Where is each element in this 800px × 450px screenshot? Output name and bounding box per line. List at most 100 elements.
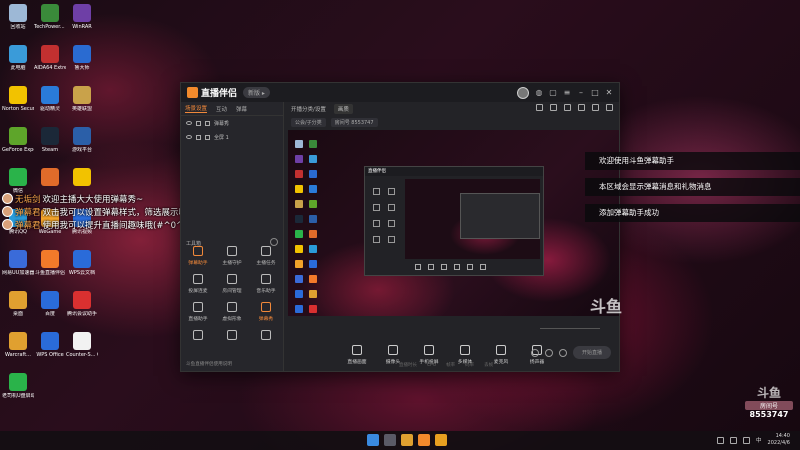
rotate-icon[interactable] [592,104,599,111]
volume-icon[interactable] [743,436,751,444]
tab-scene[interactable]: 场景设置 [185,104,208,113]
skin-icon[interactable]: ◍ [535,88,543,97]
eye-icon[interactable] [186,135,192,139]
desktop-icon[interactable]: GeForce Experience [2,127,34,153]
watermark-room-id: 8553747 [749,410,789,419]
search-icon[interactable] [384,434,396,446]
fullscreen-icon[interactable] [564,104,571,111]
toolbox-item[interactable]: 弹幕秀 [249,302,283,322]
toolbox-more-icon[interactable] [270,238,278,246]
tab-danmaku[interactable]: 弹幕 [236,105,247,113]
layout-icon[interactable] [550,104,557,111]
desktop-icon[interactable]: 老司机U盘启动器工具 [2,373,34,399]
desktop-icon[interactable]: 回收站 [2,4,34,30]
chevron-up-icon[interactable] [717,436,725,444]
left-panel: 场景设置 互动 弹幕 弹幕秀 全屏 1 工具箱 弹幕助手 主播守护 主播任务 投屏连麦… [181,102,284,371]
desktop-icon[interactable]: Warcraft... [2,332,34,358]
app-icon [41,45,59,63]
toolbox-item[interactable]: 音乐助手 [249,274,283,294]
desktop-icon[interactable]: WPS Office [34,332,66,358]
desktop-icon[interactable] [34,168,66,188]
start-icon[interactable] [367,434,379,446]
version-badge[interactable]: 新版 ▸ [243,87,270,98]
message-icon[interactable]: ▢ [549,88,557,97]
screen-capture-button[interactable]: 直播画面 [345,345,369,365]
close-icon[interactable]: ✕ [605,88,613,97]
settings-icon[interactable] [558,348,567,357]
minimize-icon[interactable]: – [577,88,585,97]
maximize-icon[interactable]: □ [591,88,599,97]
scene-item[interactable]: 全屏 1 [181,130,283,144]
desktop-icon[interactable]: TechPower... GPU-Z [34,4,66,30]
desktop-icon-label: TechPower... GPU-Z [34,24,66,30]
status-item: 丢帧 [484,363,494,368]
desktop-icon[interactable]: Counter-S... Global Off... [66,332,98,358]
desktop-icon-label: WPS Office [36,352,64,358]
toolbox-item[interactable]: 弹幕助手 [181,246,215,266]
folder-icon[interactable] [401,434,413,446]
toolbox-item[interactable]: 直播助手 [181,302,215,322]
desktop-icon[interactable]: 百度 [34,291,66,317]
toolbox-item[interactable]: 房间管理 [215,274,249,294]
desktop-icon[interactable]: 微信 [2,168,34,194]
stream-preview[interactable]: 直播伴侣 [288,130,619,316]
status-item: CPU [427,362,437,368]
toolbox-item[interactable] [249,330,283,343]
preview-desktop-icon [295,245,303,253]
toolbox-item[interactable]: 主播守护 [215,246,249,266]
category-select[interactable]: 公会/子分类 [291,117,326,127]
desktop-icon[interactable]: AIDA64 Extreme [34,45,66,71]
input-language[interactable]: 中 [756,436,762,444]
desktop-icon[interactable]: 此电脑 [2,45,34,71]
eye-icon[interactable] [544,348,553,357]
desktop-icon[interactable]: WPS云文档 [66,250,98,276]
desktop-icon[interactable]: 网易UU加速器 [2,250,34,276]
settings-icon[interactable] [606,104,613,111]
monitor-icon [352,345,362,355]
record-icon[interactable] [530,348,539,357]
status-item: 直播时长 [399,363,417,368]
app-icon [41,332,59,350]
preview-desktop-icon [309,260,317,268]
clock[interactable]: 14:40 2022/4/6 [768,433,790,447]
desktop-icon[interactable]: 游戏平台 [66,127,98,153]
desktop-icon[interactable]: 鲁大师 [66,45,98,71]
app-icon [9,291,27,309]
desktop-icon[interactable]: Norton Security [2,86,34,112]
desktop-icon[interactable]: 桌面 [2,291,34,317]
desktop-icon[interactable]: 驱动精灵 [34,86,66,112]
desktop-icon[interactable] [66,168,98,188]
desktop-icon[interactable]: Steam [34,127,66,153]
preview-desktop-icon [295,170,303,178]
tab-interact[interactable]: 互动 [216,105,227,113]
tool-icon [261,330,271,340]
desktop-icon[interactable]: 腾讯会议助手 [66,291,98,317]
lock-icon[interactable] [196,134,201,140]
usage-hint[interactable]: 斗鱼直播伴侣使用说明 [186,361,232,367]
tab-quality[interactable]: 画质 [333,104,353,114]
app-icon [9,127,27,145]
desktop-icon[interactable]: 英雄联盟 [66,86,98,112]
toolbox-item[interactable]: 虚拟形象 [215,302,249,322]
user-avatar[interactable] [517,86,529,99]
douyu-icon[interactable] [435,434,447,446]
desktop-icon[interactable]: WinRAR [66,4,98,30]
app-icon [9,86,27,104]
desktop-icon-label: 老司机U盘启动器工具 [2,393,34,399]
toolbox-item[interactable]: 主播任务 [249,246,283,266]
tab-category[interactable]: 开播分类/设置 [291,105,326,113]
gift-icon[interactable] [536,104,543,111]
desktop-icon[interactable]: 斗鱼直播伴侣 [34,250,66,276]
start-live-button[interactable]: 开始直播 [572,346,611,359]
lock-icon[interactable] [196,120,201,126]
scene-item[interactable]: 弹幕秀 [181,116,283,130]
split-icon[interactable] [578,104,585,111]
streaming-app-icon[interactable] [418,434,430,446]
eye-icon[interactable] [186,121,192,125]
wifi-icon[interactable] [730,436,738,444]
toolbox-item[interactable] [215,330,249,343]
menu-icon[interactable]: ≡ [563,88,571,97]
toolbox-item[interactable] [181,330,215,343]
app-icon [73,250,91,268]
toolbox-item[interactable]: 投屏连麦 [181,274,215,294]
